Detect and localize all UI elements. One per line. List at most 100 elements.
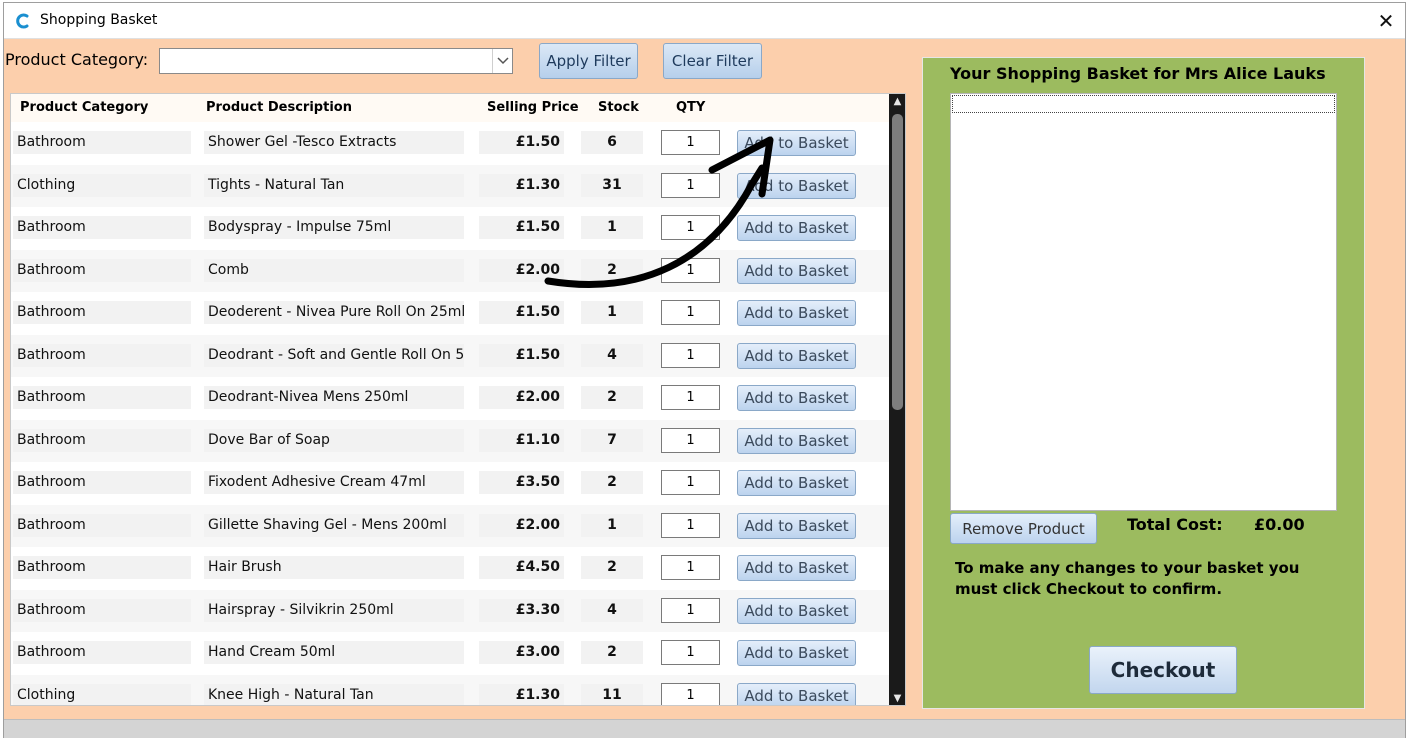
qty-input[interactable] <box>661 682 720 705</box>
title-bar: Shopping Basket ✕ <box>4 3 1405 39</box>
grid-scrollbar[interactable]: ▲ ▼ <box>889 94 905 705</box>
table-row[interactable]: Bathroom Hair Brush £4.50 2 Add to Basket <box>11 547 889 589</box>
table-row[interactable]: Clothing Knee High - Natural Tan £1.30 11 Ad… <box>11 674 889 705</box>
cell-selling-price: £1.50 <box>479 131 564 154</box>
add-to-basket-button[interactable]: Add to Basket <box>737 682 856 705</box>
table-row[interactable]: Bathroom Hairspray - Silvikrin 250ml £3.30… <box>11 589 889 632</box>
cell-stock: 2 <box>581 471 643 494</box>
cell-stock: 1 <box>581 301 643 324</box>
basket-list[interactable] <box>950 93 1337 511</box>
clear-filter-button[interactable]: Clear Filter <box>663 43 762 79</box>
cell-stock: 2 <box>581 641 643 664</box>
add-to-basket-button[interactable]: Add to Basket <box>737 597 856 624</box>
qty-input[interactable] <box>661 640 720 665</box>
remove-product-button[interactable]: Remove Product <box>950 513 1097 544</box>
add-to-basket-button[interactable]: Add to Basket <box>737 130 856 156</box>
cell-product-category: Bathroom <box>13 301 191 324</box>
qty-input[interactable] <box>661 470 720 495</box>
header-qty[interactable]: QTY <box>676 100 705 115</box>
qty-input[interactable] <box>661 555 720 580</box>
qty-input[interactable] <box>661 130 720 155</box>
basket-list-focus-row <box>952 95 1335 113</box>
cell-product-description: Deodrant - Soft and Gentle Roll On 50m <box>204 343 464 367</box>
add-to-basket-button[interactable]: Add to Basket <box>737 300 856 326</box>
cell-product-description: Knee High - Natural Tan <box>204 683 464 705</box>
total-cost-label: Total Cost: <box>1127 515 1223 534</box>
cell-stock: 2 <box>581 386 643 409</box>
add-to-basket-button[interactable]: Add to Basket <box>737 257 856 284</box>
table-row[interactable]: Bathroom Bodyspray - Impulse 75ml £1.50 1 Ad… <box>11 207 889 249</box>
cell-product-category: Bathroom <box>13 386 191 409</box>
main-area: Product Category: Apply Filter Clear Fil… <box>4 39 1405 719</box>
scroll-up-icon[interactable]: ▲ <box>889 94 905 110</box>
cell-selling-price: £3.30 <box>479 598 564 622</box>
chevron-down-icon[interactable] <box>492 49 512 73</box>
add-to-basket-button[interactable]: Add to Basket <box>737 640 856 666</box>
cell-stock: 7 <box>581 428 643 452</box>
scrollbar-thumb[interactable] <box>892 114 903 410</box>
cell-product-description: Shower Gel -Tesco Extracts <box>204 131 464 154</box>
table-row[interactable]: Bathroom Hand Cream 50ml £3.00 2 Add to Bask… <box>11 632 889 674</box>
add-to-basket-button[interactable]: Add to Basket <box>737 215 856 241</box>
header-product-category[interactable]: Product Category <box>20 100 148 115</box>
header-stock[interactable]: Stock <box>598 100 639 115</box>
add-to-basket-button[interactable]: Add to Basket <box>737 172 856 199</box>
add-to-basket-button[interactable]: Add to Basket <box>737 342 856 369</box>
header-selling-price[interactable]: Selling Price <box>487 100 579 115</box>
window-title: Shopping Basket <box>40 12 158 28</box>
product-grid: Product Category Product Description Sel… <box>10 93 906 706</box>
scroll-down-icon[interactable]: ▼ <box>889 691 905 705</box>
shopping-basket-window: Shopping Basket ✕ Product Category: Appl… <box>3 2 1406 738</box>
cell-selling-price: £2.00 <box>479 258 564 282</box>
apply-filter-button[interactable]: Apply Filter <box>539 43 638 79</box>
cell-selling-price: £1.50 <box>479 343 564 367</box>
cell-selling-price: £2.00 <box>479 513 564 537</box>
table-row[interactable]: Bathroom Deodrant - Soft and Gentle Roll … <box>11 334 889 377</box>
qty-input[interactable] <box>661 257 720 283</box>
qty-input[interactable] <box>661 215 720 240</box>
add-to-basket-button[interactable]: Add to Basket <box>737 385 856 411</box>
cell-stock: 1 <box>581 513 643 537</box>
cell-product-description: Fixodent Adhesive Cream 47ml <box>204 471 464 494</box>
cell-product-description: Gillette Shaving Gel - Mens 200ml <box>204 513 464 537</box>
add-to-basket-button[interactable]: Add to Basket <box>737 470 856 496</box>
table-row[interactable]: Bathroom Dove Bar of Soap £1.10 7 Add to Bas… <box>11 419 889 462</box>
cell-selling-price: £1.50 <box>479 301 564 324</box>
cell-stock: 2 <box>581 258 643 282</box>
qty-input[interactable] <box>661 385 720 410</box>
cell-product-description: Comb <box>204 258 464 282</box>
basket-note: To make any changes to your basket you m… <box>955 559 1300 598</box>
header-product-description[interactable]: Product Description <box>206 100 352 115</box>
table-row[interactable]: Bathroom Comb £2.00 2 Add to Basket <box>11 249 889 292</box>
qty-input[interactable] <box>661 427 720 453</box>
qty-input[interactable] <box>661 342 720 368</box>
cell-product-description: Hand Cream 50ml <box>204 641 464 664</box>
add-to-basket-button[interactable]: Add to Basket <box>737 427 856 454</box>
cell-product-category: Bathroom <box>13 556 191 579</box>
cell-product-description: Deoderent - Nivea Pure Roll On 25ml <box>204 301 464 324</box>
qty-input[interactable] <box>661 300 720 325</box>
checkout-button[interactable]: Checkout <box>1089 646 1237 694</box>
table-row[interactable]: Bathroom Deoderent - Nivea Pure Roll On 2… <box>11 292 889 334</box>
cell-selling-price: £4.50 <box>479 556 564 579</box>
table-row[interactable]: Clothing Tights - Natural Tan £1.30 31 Add t… <box>11 164 889 207</box>
close-icon[interactable]: ✕ <box>1373 8 1399 34</box>
cell-stock: 1 <box>581 216 643 239</box>
add-to-basket-button[interactable]: Add to Basket <box>737 512 856 539</box>
product-category-combobox[interactable] <box>159 48 513 74</box>
qty-input[interactable] <box>661 512 720 538</box>
table-row[interactable]: Bathroom Deodrant-Nivea Mens 250ml £2.00 2 A… <box>11 377 889 419</box>
app-c-logo-icon <box>16 13 29 29</box>
cell-stock: 11 <box>581 683 643 705</box>
qty-input[interactable] <box>661 597 720 623</box>
cell-stock: 4 <box>581 598 643 622</box>
qty-input[interactable] <box>661 172 720 198</box>
add-to-basket-button[interactable]: Add to Basket <box>737 555 856 581</box>
cell-selling-price: £3.50 <box>479 471 564 494</box>
product-category-label: Product Category: <box>5 50 149 69</box>
table-row[interactable]: Bathroom Fixodent Adhesive Cream 47ml £3.5… <box>11 462 889 504</box>
table-row[interactable]: Bathroom Gillette Shaving Gel - Mens 200m… <box>11 504 889 547</box>
cell-product-description: Bodyspray - Impulse 75ml <box>204 216 464 239</box>
table-row[interactable]: Bathroom Shower Gel -Tesco Extracts £1.50 6… <box>11 122 889 164</box>
cell-product-category: Bathroom <box>13 513 191 537</box>
